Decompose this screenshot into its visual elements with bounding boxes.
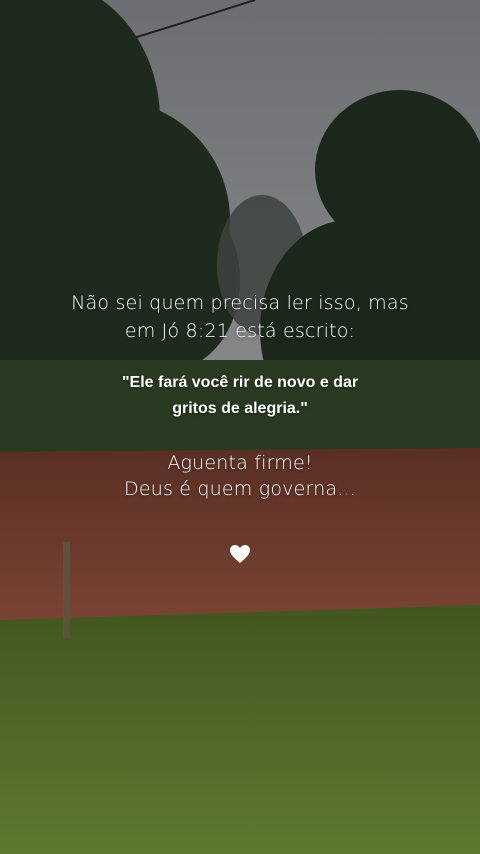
quote-line-2: gritos de alegria." bbox=[172, 400, 308, 417]
encouragement-line-1: Aguenta firme! bbox=[167, 452, 313, 474]
encouragement-line-2: Deus é quem governa... bbox=[123, 478, 356, 500]
intro-line-1: Não sei quem precisa ler isso, mas bbox=[71, 292, 409, 314]
text-overlay: Não sei quem precisa ler isso, mas em Jó… bbox=[0, 0, 480, 854]
story-image: Não sei quem precisa ler isso, mas em Jó… bbox=[0, 0, 480, 854]
intro-line-2: em Jó 8:21 está escrito: bbox=[124, 320, 356, 342]
white-heart-icon bbox=[230, 545, 250, 563]
quote-line-1: "Ele fará você rir de novo e dar bbox=[121, 374, 359, 391]
